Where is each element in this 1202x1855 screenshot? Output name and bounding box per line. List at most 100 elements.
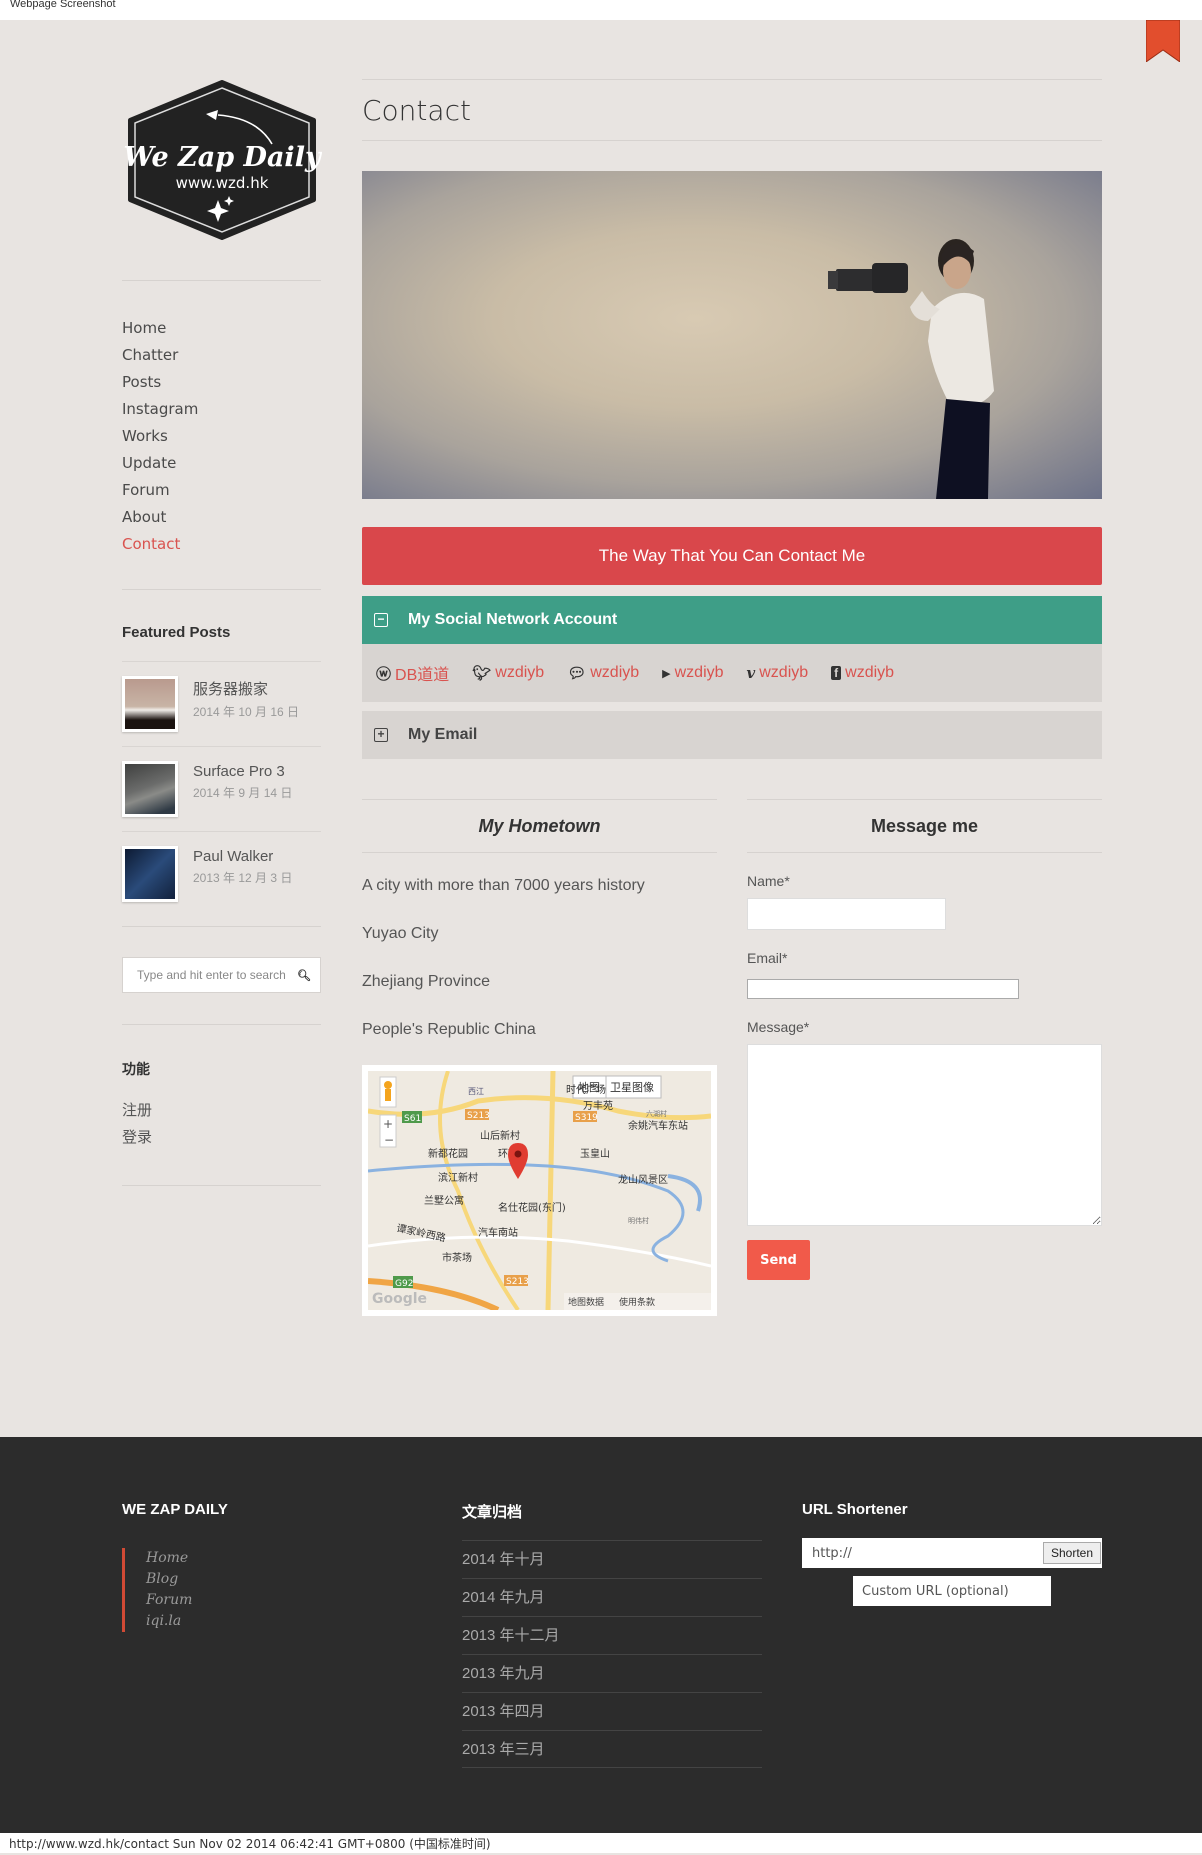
page-title: Contact <box>362 79 1102 141</box>
search-icon[interactable]: 🔍︎ <box>297 969 311 982</box>
nav-item-home[interactable]: Home <box>122 315 321 342</box>
custom-url-input[interactable] <box>853 1576 1051 1606</box>
main-nav: Home Chatter Posts Instagram Works Updat… <box>122 315 321 558</box>
register-link[interactable]: 注册 <box>122 1097 321 1124</box>
svg-text:地图数据: 地图数据 <box>568 1296 604 1308</box>
featured-post[interactable]: Surface Pro 3 2014 年 9 月 14 日 <box>122 746 321 831</box>
divider <box>122 280 321 281</box>
archive-link[interactable]: 2013 年四月 <box>462 1692 762 1730</box>
svg-text:使用条款: 使用条款 <box>619 1296 655 1308</box>
contact-banner: The Way That You Can Contact Me <box>362 527 1102 585</box>
post-thumbnail[interactable] <box>122 846 178 902</box>
functions-heading: 功能 <box>122 1061 150 1077</box>
featured-posts-heading: Featured Posts <box>122 624 231 641</box>
svg-text:兰墅公寓: 兰墅公寓 <box>424 1194 464 1207</box>
satellite-type-button: 卫星图像 <box>610 1081 654 1094</box>
nav-item-chatter[interactable]: Chatter <box>122 342 321 369</box>
hometown-line: Yuyao City <box>362 925 439 942</box>
nav-item-posts[interactable]: Posts <box>122 369 321 396</box>
post-title[interactable]: 服务器搬家 <box>193 678 299 699</box>
footer-brand-title: WE ZAP DAILY <box>122 1501 228 1518</box>
nav-item-works[interactable]: Works <box>122 423 321 450</box>
footer-archives: 文章归档 2014 年十月 2014 年九月 2013 年十二月 2013 年九… <box>462 1501 762 1768</box>
svg-text:明伟村: 明伟村 <box>628 1216 649 1225</box>
svg-text:滨江新村: 滨江新村 <box>438 1171 478 1184</box>
archive-link[interactable]: 2013 年三月 <box>462 1730 762 1768</box>
hometown-line: Zhejiang Province <box>362 973 491 990</box>
social-link-twitter[interactable]: 🐦︎ wzdiyb <box>472 664 544 682</box>
archive-link[interactable]: 2014 年十月 <box>462 1540 762 1578</box>
social-link-facebook[interactable]: f wzdiyb <box>831 664 894 682</box>
collapse-icon: − <box>374 613 388 627</box>
footer-link-home[interactable]: Home <box>146 1548 228 1569</box>
archive-link[interactable]: 2013 年十二月 <box>462 1616 762 1654</box>
social-handle: wzdiyb <box>590 664 640 681</box>
main-content: Contact The Way That You Can Contact Me … <box>362 79 1102 1316</box>
svg-text:时代广场: 时代广场 <box>566 1083 606 1096</box>
nav-item-about[interactable]: About <box>122 504 321 531</box>
photographer-illustration <box>828 239 994 499</box>
send-button[interactable]: Send <box>747 1240 810 1280</box>
footer-link-forum[interactable]: Forum <box>146 1590 228 1611</box>
footer-link-iqila[interactable]: iqi.la <box>146 1611 228 1632</box>
social-accounts: ⓦ DB道道 🐦︎ wzdiyb 💬︎ wzdiyb ▶ wzdiyb v wzdiyb … <box>362 644 1102 702</box>
message-section: Message me Name* Email* Message* Send <box>747 799 1102 1316</box>
svg-text:余姚汽车东站: 余姚汽车东站 <box>628 1119 688 1132</box>
long-url-input[interactable] <box>812 1545 1043 1561</box>
nav-item-update[interactable]: Update <box>122 450 321 477</box>
site-footer: WE ZAP DAILY Home Blog Forum iqi.la 文章归档… <box>0 1437 1202 1833</box>
svg-text:万丰苑: 万丰苑 <box>583 1099 613 1112</box>
nav-item-instagram[interactable]: Instagram <box>122 396 321 423</box>
footer-links: Home Blog Forum iqi.la <box>122 1548 228 1632</box>
footer-brand: WE ZAP DAILY Home Blog Forum iqi.la <box>122 1501 228 1632</box>
name-label: Name* <box>747 873 790 889</box>
email-section-toggle[interactable]: + My Email <box>362 711 1102 759</box>
search-input[interactable] <box>137 968 297 982</box>
shortener-title: URL Shortener <box>802 1501 908 1518</box>
post-date: 2014 年 9 月 14 日 <box>193 786 293 800</box>
featured-post[interactable]: 服务器搬家 2014 年 10 月 16 日 <box>122 661 321 746</box>
facebook-icon: f <box>831 666 842 680</box>
youtube-icon: ▶ <box>662 667 671 680</box>
window-title: Webpage Screenshot <box>10 0 116 10</box>
login-link[interactable]: 登录 <box>122 1124 321 1151</box>
hero-image <box>362 171 1102 499</box>
svg-text:西江: 西江 <box>468 1087 484 1096</box>
email-field[interactable] <box>747 979 1019 999</box>
site-logo[interactable]: We Zap Daily www.wzd.hk <box>122 78 322 242</box>
svg-text:山后新村: 山后新村 <box>480 1129 520 1142</box>
svg-text:S213: S213 <box>506 1277 529 1287</box>
svg-text:市茶场: 市茶场 <box>442 1251 472 1264</box>
social-link-weibo[interactable]: ⓦ DB道道 <box>376 661 449 685</box>
bookmark-ribbon-icon[interactable] <box>1146 20 1180 62</box>
name-field[interactable] <box>747 898 946 930</box>
social-link-vimeo[interactable]: v wzdiyb <box>747 664 809 682</box>
social-handle: wzdiyb <box>759 664 809 681</box>
email-label: Email* <box>747 950 788 966</box>
logo-title: We Zap Daily <box>123 142 322 173</box>
embedded-map[interactable]: 地图 卫星图像 + − S61 S213 S319 G92 S213 时代广场 … <box>362 1065 717 1316</box>
post-date: 2013 年 12 月 3 日 <box>193 871 293 885</box>
social-section-toggle[interactable]: − My Social Network Account <box>362 596 1102 644</box>
social-handle: DB道道 <box>395 667 450 684</box>
archive-link[interactable]: 2014 年九月 <box>462 1578 762 1616</box>
post-thumbnail[interactable] <box>122 761 178 817</box>
archives-list: 2014 年十月 2014 年九月 2013 年十二月 2013 年九月 201… <box>462 1540 762 1768</box>
shorten-button[interactable]: Shorten <box>1042 1542 1101 1564</box>
weibo-icon: ⓦ <box>376 665 392 683</box>
contact-form: Name* Email* Message* Send <box>747 873 1102 1280</box>
social-link-youtube[interactable]: ▶ wzdiyb <box>662 664 723 682</box>
featured-post[interactable]: Paul Walker 2013 年 12 月 3 日 <box>122 831 321 916</box>
nav-item-contact[interactable]: Contact <box>122 531 321 558</box>
post-title[interactable]: Surface Pro 3 <box>193 763 292 780</box>
svg-text:+: + <box>383 1117 393 1131</box>
post-thumbnail[interactable] <box>122 676 178 732</box>
post-title[interactable]: Paul Walker <box>193 848 292 865</box>
message-field[interactable] <box>747 1044 1102 1226</box>
svg-text:Google: Google <box>372 1291 427 1307</box>
archive-link[interactable]: 2013 年九月 <box>462 1654 762 1692</box>
nav-item-forum[interactable]: Forum <box>122 477 321 504</box>
social-link-wechat[interactable]: 💬︎ wzdiyb <box>567 664 639 682</box>
message-title: Message me <box>747 799 1102 853</box>
footer-link-blog[interactable]: Blog <box>146 1569 228 1590</box>
